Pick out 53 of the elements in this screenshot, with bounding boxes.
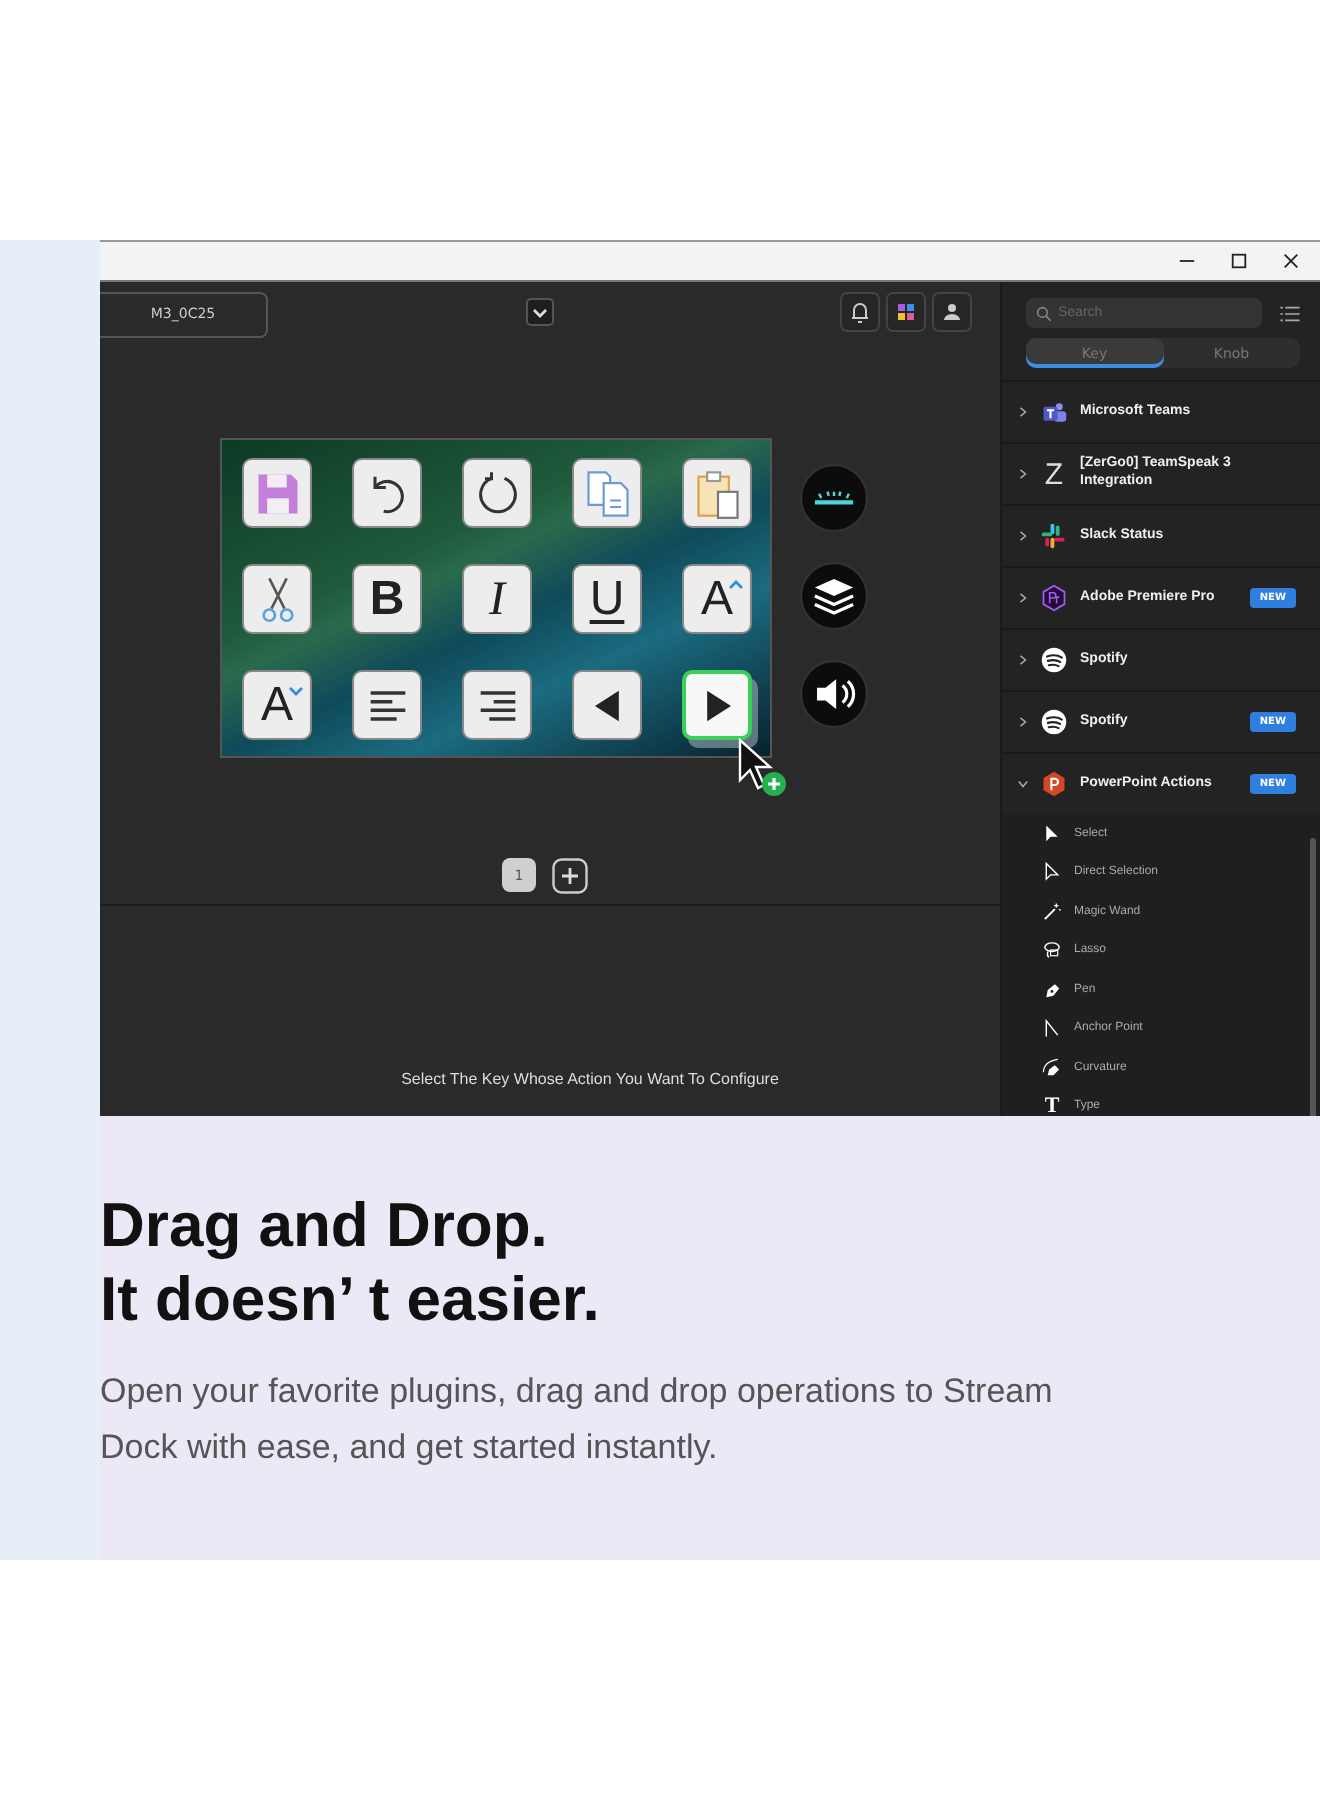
deck-key[interactable]: U bbox=[572, 564, 642, 634]
team-chat-icon bbox=[1040, 398, 1068, 426]
corner-point-icon bbox=[1042, 1018, 1062, 1039]
chevron-down-icon bbox=[1018, 778, 1028, 790]
deck-key[interactable] bbox=[242, 564, 312, 634]
hexagon-pr-icon bbox=[1040, 584, 1068, 612]
cursor-add-icon bbox=[736, 738, 788, 798]
three-waves-circle-icon bbox=[1040, 646, 1068, 674]
hash-grid-icon bbox=[1040, 522, 1068, 550]
deck-key[interactable]: I bbox=[462, 564, 532, 634]
curve-pen-icon bbox=[1042, 1057, 1062, 1078]
deck-key[interactable] bbox=[682, 670, 752, 740]
speaker-icon[interactable] bbox=[800, 660, 868, 728]
chevron-right-icon bbox=[1018, 592, 1028, 604]
description-text: Open your favorite plugins, drag and drop operations to Stream Dock with ease, and get started instantly. bbox=[100, 1370, 1055, 1470]
maximize-icon[interactable] bbox=[1230, 252, 1248, 270]
lasso-icon bbox=[1042, 940, 1062, 961]
magic-wand-icon bbox=[1042, 901, 1062, 922]
plugin-logo: Z bbox=[1042, 457, 1066, 491]
user-icon[interactable] bbox=[932, 292, 972, 332]
chevron-right-icon bbox=[1018, 406, 1028, 418]
list-icon[interactable] bbox=[1280, 305, 1300, 321]
chevron-right-icon bbox=[1018, 468, 1028, 480]
search-icon bbox=[1036, 305, 1052, 321]
deck-key[interactable] bbox=[462, 670, 532, 740]
headline-line: Drag and Drop. bbox=[100, 1188, 550, 1262]
add-page-icon[interactable] bbox=[552, 858, 588, 894]
light-bar-icon[interactable] bbox=[800, 464, 868, 532]
deck-key[interactable]: B bbox=[352, 564, 422, 634]
deck-key[interactable] bbox=[352, 458, 422, 528]
type-glyph: T bbox=[1042, 1094, 1062, 1116]
hexagon-p-icon bbox=[1040, 770, 1068, 798]
chevron-down-icon[interactable] bbox=[526, 298, 554, 326]
deck-key[interactable] bbox=[352, 670, 422, 740]
three-waves-circle-icon bbox=[1040, 708, 1068, 736]
layers-icon[interactable] bbox=[800, 562, 868, 630]
bell-icon[interactable] bbox=[840, 292, 880, 332]
headline-line: It doesn’ t easier. bbox=[100, 1262, 602, 1336]
chevron-right-icon bbox=[1018, 716, 1028, 728]
hint-text: Select The Key Whose Action You Want To Configure bbox=[401, 1070, 779, 1088]
pen-nib-icon bbox=[1042, 979, 1062, 1000]
hollow-pointer-icon bbox=[1042, 862, 1062, 883]
chevron-right-icon bbox=[1018, 654, 1028, 666]
close-icon[interactable] bbox=[1282, 252, 1300, 270]
app-grid-icon[interactable] bbox=[886, 292, 926, 332]
deck-key[interactable]: A bbox=[242, 670, 312, 740]
deck-key[interactable]: A bbox=[682, 564, 752, 634]
deck-key[interactable] bbox=[462, 458, 532, 528]
deck-key[interactable] bbox=[572, 670, 642, 740]
chevron-right-icon bbox=[1018, 530, 1028, 542]
clipboard-icon bbox=[691, 467, 743, 519]
arrow-pointer-icon bbox=[1042, 823, 1062, 844]
copy-icon bbox=[581, 467, 633, 519]
